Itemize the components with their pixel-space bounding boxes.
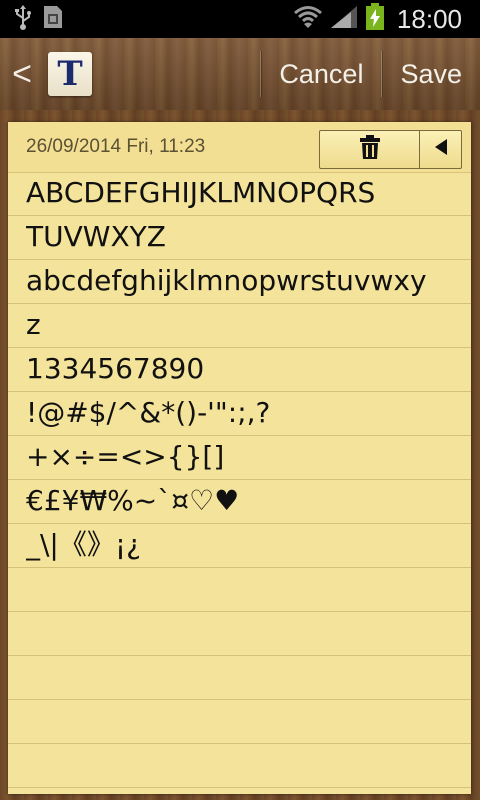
app-icon-letter: T [57,54,83,94]
save-button[interactable]: Save [382,38,480,110]
chevron-left-icon: < [12,54,32,93]
note-line: 1334567890 [26,352,205,385]
note-paper: 26/09/2014 Fri, 11:23 ABCDEFGHIJKLMNOPQR… [8,122,471,794]
note-line: +×÷=<>{}[] [26,440,225,473]
back-button[interactable]: < [2,38,42,110]
sim-icon [42,4,64,35]
note-header: 26/09/2014 Fri, 11:23 [8,122,471,173]
app-icon[interactable]: T [48,52,92,96]
note-datetime: 26/09/2014 Fri, 11:23 [26,136,206,157]
note-line: TUVWXYZ [26,220,166,253]
note-line: ABCDEFGHIJKLMNOPQRS [26,176,376,209]
status-bar: 18:00 [0,0,480,38]
triangle-left-icon [434,138,448,161]
note-body[interactable]: ABCDEFGHIJKLMNOPQRS TUVWXYZ abcdefghijkl… [26,172,466,568]
trash-icon [359,135,381,164]
cancel-button[interactable]: Cancel [261,38,381,110]
note-line: z [26,308,41,341]
battery-charging-icon [365,2,385,36]
status-time: 18:00 [396,3,462,34]
note-line: €£¥₩%~`¤♡♥ [26,484,240,517]
delete-button[interactable] [320,131,420,168]
usb-icon [14,4,32,35]
note-tools [319,130,462,169]
note-line: !@#$/^&*()-'":;,? [26,396,271,429]
action-bar: < T Cancel Save [0,38,480,111]
note-line: _\|《》¡¿ [26,528,141,561]
note-line: abcdefghijklmnopwrstuvwxy [26,264,427,297]
signal-icon [329,4,359,35]
collapse-button[interactable] [420,131,461,168]
wifi-icon [293,4,323,35]
